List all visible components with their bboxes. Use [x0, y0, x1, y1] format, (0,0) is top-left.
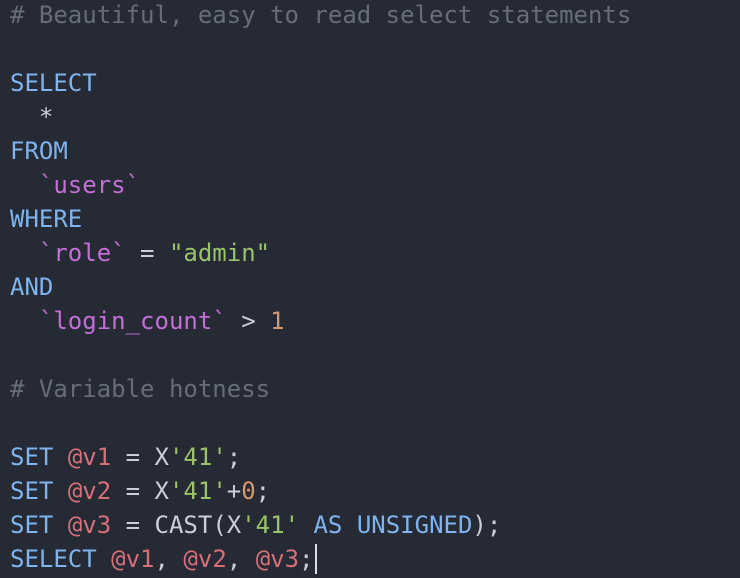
plain-token: >	[226, 307, 271, 335]
code-line[interactable]: SET @v1 = X'41';	[10, 440, 631, 474]
identifier-token: `users`	[10, 171, 141, 199]
variable-token: @v3	[67, 511, 112, 539]
text-cursor	[314, 544, 317, 574]
comment-token: # Beautiful, easy to read select stateme…	[10, 1, 632, 29]
code-editor[interactable]: # Beautiful, easy to read select stateme…	[0, 0, 740, 578]
code-line[interactable]: `role` = "admin"	[10, 236, 631, 270]
identifier-token: `role`	[10, 239, 126, 267]
keyword-token: SELECT	[10, 545, 97, 573]
code-line[interactable]: *	[10, 100, 631, 134]
variable-token: @v1	[111, 545, 155, 573]
code-line[interactable]: WHERE	[10, 202, 631, 236]
code-line[interactable]	[10, 406, 631, 440]
plain-token: ;	[299, 545, 314, 573]
plain-token: *	[10, 103, 54, 131]
plain-token: ,	[226, 545, 256, 573]
variable-token: @v1	[67, 443, 112, 471]
number-token: 0	[241, 477, 256, 505]
code-line[interactable]: `login_count` > 1	[10, 304, 631, 338]
string-token: "admin"	[168, 239, 271, 267]
keyword-token: FROM	[10, 137, 68, 165]
keyword-token: AND	[10, 273, 54, 301]
keyword-token: UNSIGNED	[356, 511, 473, 539]
keyword-token: SET	[10, 443, 54, 471]
keyword-token: SELECT	[10, 69, 97, 97]
string-token: '41'	[168, 443, 227, 471]
plain-token: = X	[111, 477, 169, 505]
keyword-token: WHERE	[10, 205, 83, 233]
code-line[interactable]: `users`	[10, 168, 631, 202]
variable-token: @v3	[255, 545, 300, 573]
variable-token: @v2	[67, 477, 112, 505]
code-line[interactable]: # Beautiful, easy to read select stateme…	[10, 0, 631, 32]
plain-token: =	[125, 239, 169, 267]
code-line[interactable]	[10, 32, 631, 66]
string-token: '41'	[168, 477, 227, 505]
code-line[interactable]: SELECT	[10, 66, 631, 100]
plain-token: = X	[111, 443, 169, 471]
plain-token: );	[472, 511, 502, 539]
code-line[interactable]: SET @v2 = X'41'+0;	[10, 474, 631, 508]
string-token: '41'	[241, 511, 300, 539]
plain-token: ,	[154, 545, 184, 573]
keyword-token: SET	[10, 477, 54, 505]
number-token: 1	[270, 307, 285, 335]
plain-token: = CAST(X	[111, 511, 242, 539]
code-line[interactable]	[10, 338, 631, 372]
plain-token: +	[226, 477, 242, 505]
keyword-token: AS	[313, 511, 343, 539]
code-line[interactable]: SELECT @v1, @v2, @v3;	[10, 542, 631, 576]
code-line[interactable]: SET @v3 = CAST(X'41' AS UNSIGNED);	[10, 508, 631, 542]
identifier-token: `login_count`	[10, 307, 227, 335]
plain-token: ;	[255, 477, 271, 505]
comment-token: # Variable hotness	[10, 375, 271, 403]
keyword-token: SET	[10, 511, 54, 539]
code-line[interactable]: FROM	[10, 134, 631, 168]
code-line[interactable]: AND	[10, 270, 631, 304]
code-area[interactable]: # Beautiful, easy to read select stateme…	[10, 0, 631, 576]
variable-token: @v2	[183, 545, 227, 573]
plain-token: ;	[226, 443, 242, 471]
code-line[interactable]: # Variable hotness	[10, 372, 631, 406]
